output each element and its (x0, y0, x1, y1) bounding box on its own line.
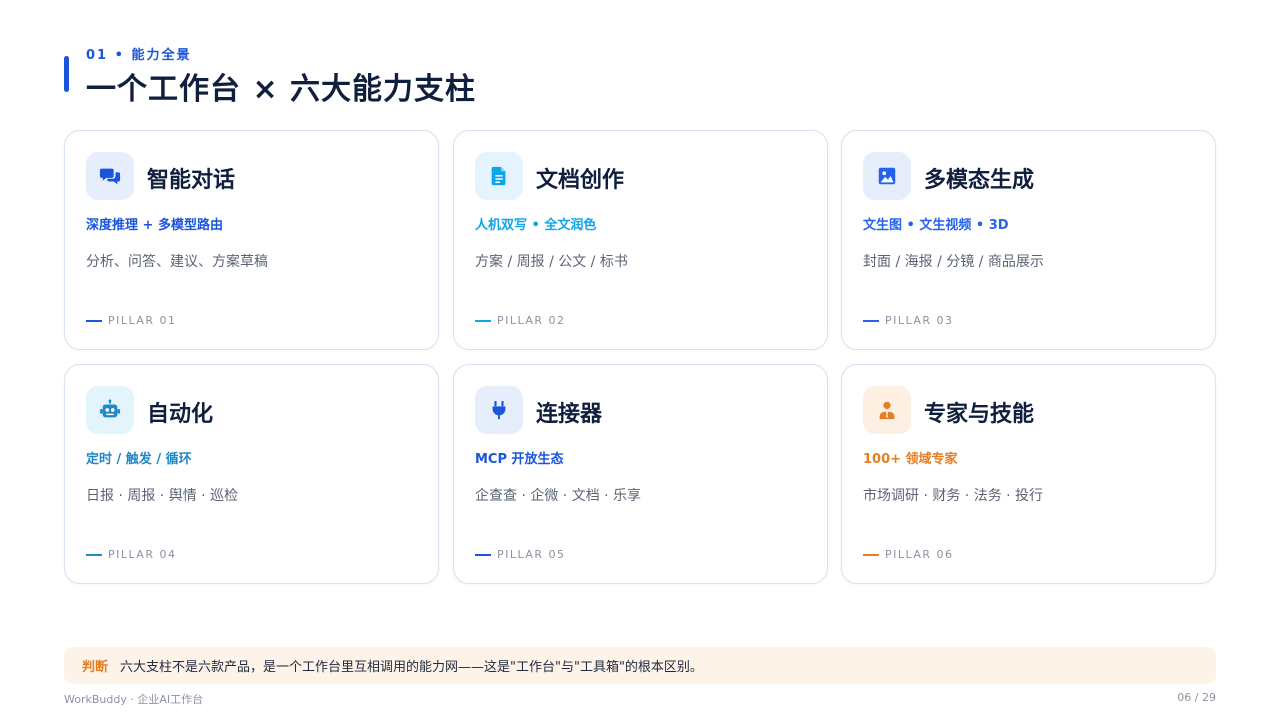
pillar-dash (475, 319, 491, 322)
judgement-note: 判断 六大支柱不是六款产品，是一个工作台里互相调用的能力网——这是"工作台"与"… (64, 647, 1216, 684)
card-description: 市场调研 · 财务 · 法务 · 投行 (863, 488, 1044, 504)
card-tag: 定时 / 触发 / 循环 (86, 452, 192, 467)
card-title: 多模态生成 (924, 168, 1035, 193)
card-tag: 深度推理 + 多模型路由 (86, 218, 223, 233)
card-tag: 100+ 领域专家 (863, 452, 958, 467)
expert-icon (863, 386, 911, 434)
pillar-label: PILLAR 02 (475, 314, 566, 327)
page-title: 一个工作台 × 六大能力支柱 (86, 72, 477, 107)
card-title: 专家与技能 (924, 402, 1035, 427)
pillar-number: PILLAR 05 (497, 548, 566, 561)
pillar-label: PILLAR 06 (863, 548, 954, 561)
footer-brand: WorkBuddy · 企业AI工作台 (64, 693, 204, 706)
pillar-number: PILLAR 02 (497, 314, 566, 327)
pillar-label: PILLAR 04 (86, 548, 177, 561)
image-icon (863, 152, 911, 200)
pillar-number: PILLAR 03 (885, 314, 954, 327)
pillar-dash (863, 553, 879, 556)
card-description: 方案 / 周报 / 公文 / 标书 (475, 254, 628, 270)
pillar-label: PILLAR 05 (475, 548, 566, 561)
pillar-card-chat: 智能对话 深度推理 + 多模型路由 分析、问答、建议、方案草稿 PILLAR 0… (64, 130, 439, 350)
pillar-dash (86, 553, 102, 556)
card-title: 智能对话 (147, 168, 236, 193)
card-title: 文档创作 (536, 168, 625, 193)
pillar-card-multimodal: 多模态生成 文生图 • 文生视频 • 3D 封面 / 海报 / 分镜 / 商品展… (841, 130, 1216, 350)
chat-bubbles-icon (86, 152, 134, 200)
card-title: 自动化 (147, 402, 214, 427)
pillar-number: PILLAR 01 (108, 314, 177, 327)
card-tag: 人机双写 • 全文润色 (475, 218, 597, 233)
pillar-dash (86, 319, 102, 322)
pillar-number: PILLAR 04 (108, 548, 177, 561)
pillar-dash (863, 319, 879, 322)
pillar-label: PILLAR 03 (863, 314, 954, 327)
note-text: 六大支柱不是六款产品，是一个工作台里互相调用的能力网——这是"工作台"与"工具箱… (120, 660, 703, 675)
card-description: 分析、问答、建议、方案草稿 (86, 254, 268, 270)
pillar-card-connector: 连接器 MCP 开放生态 企查查 · 企微 · 文档 · 乐享 PILLAR 0… (453, 364, 828, 584)
accent-bar (64, 56, 69, 92)
page-number: 06 / 29 (1177, 691, 1216, 704)
card-description: 企查查 · 企微 · 文档 · 乐享 (475, 488, 642, 504)
card-description: 封面 / 海报 / 分镜 / 商品展示 (863, 254, 1044, 270)
section-eyebrow: 01 • 能力全景 (86, 48, 192, 63)
card-title: 连接器 (536, 402, 603, 427)
card-tag: 文生图 • 文生视频 • 3D (863, 218, 1009, 233)
card-description: 日报 · 周报 · 舆情 · 巡检 (86, 488, 239, 504)
pillar-card-docs: 文档创作 人机双写 • 全文润色 方案 / 周报 / 公文 / 标书 PILLA… (453, 130, 828, 350)
pillar-card-experts: 专家与技能 100+ 领域专家 市场调研 · 财务 · 法务 · 投行 PILL… (841, 364, 1216, 584)
plug-icon (475, 386, 523, 434)
card-tag: MCP 开放生态 (475, 452, 564, 467)
note-label: 判断 (82, 660, 109, 675)
pillar-label: PILLAR 01 (86, 314, 177, 327)
document-icon (475, 152, 523, 200)
pillar-dash (475, 553, 491, 556)
robot-icon (86, 386, 134, 434)
pillar-number: PILLAR 06 (885, 548, 954, 561)
pillar-card-automation: 自动化 定时 / 触发 / 循环 日报 · 周报 · 舆情 · 巡检 PILLA… (64, 364, 439, 584)
